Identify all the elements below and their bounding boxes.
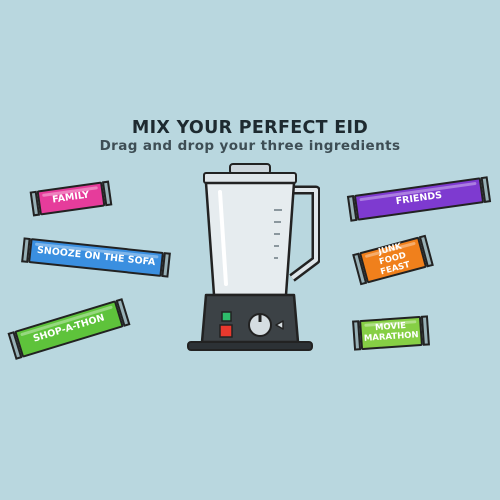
instructions: Drag and drop your three ingredients: [99, 138, 401, 154]
ingredient-movie-marathon[interactable]: MOVIE MARATHON: [359, 315, 423, 351]
ingredient-junk-food-feast[interactable]: JUNK FOOD FEAST: [358, 236, 428, 284]
ingredient-movie-label: MOVIE MARATHON: [363, 321, 419, 344]
go-button[interactable]: [221, 311, 232, 322]
stop-button[interactable]: [219, 324, 233, 338]
ingredient-shop-a-thon[interactable]: SHOP-A-THON: [14, 300, 124, 358]
ingredient-snooze-on-the-sofa[interactable]: SNOOZE ON THE SOFA: [28, 238, 164, 277]
blender[interactable]: [180, 160, 320, 360]
speed-dial[interactable]: [248, 313, 272, 337]
page-title: MIX YOUR PERFECT EID: [131, 118, 369, 138]
blender-jug: [204, 181, 320, 297]
ingredient-family[interactable]: FAMILY: [36, 181, 106, 216]
ingredient-friends[interactable]: FRIENDS: [353, 177, 485, 221]
ingredient-junk-label: JUNK FOOD FEAST: [377, 241, 412, 278]
blender-lid: [203, 163, 297, 184]
